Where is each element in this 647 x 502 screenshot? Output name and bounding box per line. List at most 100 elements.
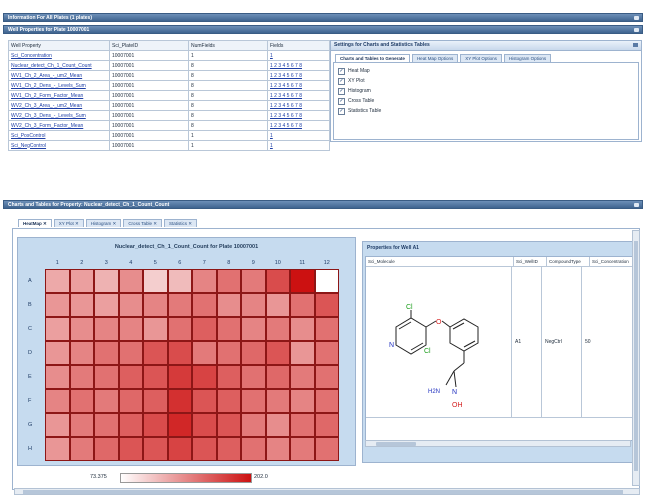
fields-links[interactable]: 1 2 3 4 5 6 7 8 [267,120,330,131]
all-plates-header[interactable]: Information For All Plates (1 plates) [3,13,643,22]
heatmap-cell[interactable] [265,389,290,413]
fields-links[interactable]: 1 2 3 4 5 6 7 8 [267,110,330,121]
heatmap-cell[interactable] [265,413,290,437]
heatmap-cell[interactable] [45,365,70,389]
heatmap-cell[interactable] [290,365,315,389]
close-icon[interactable]: ✕ [74,221,79,226]
heatmap-cell[interactable] [45,413,70,437]
heatmap-cell[interactable] [241,437,266,461]
heatmap-cell[interactable] [69,317,94,341]
heatmap-cell[interactable] [241,413,266,437]
heatmap-cell[interactable] [94,293,119,317]
heatmap-cell[interactable] [216,317,241,341]
heatmap-cell[interactable] [290,437,315,461]
close-icon[interactable]: ✕ [42,221,47,226]
heatmap-cell[interactable] [94,317,119,341]
close-icon[interactable]: ✕ [152,221,157,226]
well-property-link[interactable]: Sci_PosControl [8,130,110,141]
chart-option-checkbox-row[interactable]: ✓ XY Plot [338,77,634,85]
collapse-toggle-icon[interactable] [634,28,639,32]
collapse-toggle-icon[interactable] [634,16,639,20]
heatmap-cell[interactable] [167,365,192,389]
fields-links[interactable]: 1 2 3 4 5 6 7 8 [267,100,330,111]
checkbox[interactable]: ✓ [338,77,345,85]
well-property-link[interactable]: WV2_Ch_3_Form_Factor_Mean [8,120,110,131]
heatmap-cell[interactable] [314,293,339,317]
heatmap-cell[interactable] [118,413,143,437]
chart-option-checkbox-row[interactable]: ✓ Cross Table [338,97,634,105]
heatmap-cell[interactable] [216,341,241,365]
heatmap-cell[interactable] [290,413,315,437]
heatmap-cell[interactable] [118,317,143,341]
checkbox[interactable]: ✓ [338,107,345,115]
heatmap-cell[interactable] [265,293,290,317]
fields-links[interactable]: 1 [267,140,330,151]
heatmap-cell[interactable] [192,437,217,461]
heatmap-cell[interactable] [241,317,266,341]
heatmap-cell[interactable] [143,437,168,461]
scrollbar-thumb[interactable] [23,490,623,494]
fields-links[interactable]: 1 [267,130,330,141]
heatmap-cell[interactable] [143,317,168,341]
heatmap-cell[interactable] [290,269,315,293]
settings-tab[interactable]: Heat Map Options [411,54,459,62]
well-property-link[interactable]: Sci_Concentration [8,50,110,61]
checkbox[interactable]: ✓ [338,97,345,105]
properties-horizontal-scrollbar[interactable] [365,440,631,447]
heatmap-cell[interactable] [143,365,168,389]
heatmap-cell[interactable] [143,389,168,413]
heatmap-cell[interactable] [69,413,94,437]
heatmap-cell[interactable] [94,365,119,389]
heatmap-cell[interactable] [143,413,168,437]
fields-links[interactable]: 1 2 3 4 5 6 7 8 [267,90,330,101]
heatmap-cell[interactable] [94,413,119,437]
heatmap-cell[interactable] [167,413,192,437]
close-icon[interactable]: ✕ [111,221,117,226]
scrollbar-thumb[interactable] [634,241,638,471]
settings-tab[interactable]: XY Plot Options [460,54,502,62]
collapse-toggle-icon[interactable] [634,203,639,207]
content-vertical-scrollbar[interactable] [632,230,640,486]
heatmap-cell[interactable] [314,365,339,389]
heatmap-cell[interactable] [69,293,94,317]
chart-tab[interactable]: XY Plot ✕ [53,219,84,227]
content-horizontal-scrollbar[interactable] [14,488,640,495]
heatmap-cell[interactable] [45,269,70,293]
heatmap-cell[interactable] [314,413,339,437]
charts-tables-header[interactable]: Charts and Tables for Property: Nuclear_… [3,200,643,209]
heatmap-cell[interactable] [118,341,143,365]
settings-tab[interactable]: Charts and Tables to Generate [335,54,410,62]
heatmap-cell[interactable] [192,365,217,389]
heatmap-cell[interactable] [216,365,241,389]
heatmap-cell[interactable] [94,269,119,293]
settings-tab[interactable]: Histogram Options [503,54,552,62]
heatmap-cell[interactable] [241,293,266,317]
heatmap-cell[interactable] [143,341,168,365]
heatmap-cell[interactable] [45,389,70,413]
heatmap-cell[interactable] [45,437,70,461]
heatmap-cell[interactable] [45,317,70,341]
checkbox[interactable]: ✓ [338,67,345,75]
well-property-link[interactable]: Nuclear_detect_Ch_1_Count_Count [8,60,110,71]
heatmap-cell[interactable] [118,437,143,461]
heatmap-cell[interactable] [167,269,192,293]
heatmap-cell[interactable] [192,269,217,293]
heatmap-cell[interactable] [314,269,339,293]
heatmap-cell[interactable] [143,269,168,293]
heatmap-cell[interactable] [265,437,290,461]
scrollbar-thumb[interactable] [376,442,416,446]
heatmap-cell[interactable] [94,389,119,413]
heatmap-cell[interactable] [167,437,192,461]
heatmap-cell[interactable] [69,437,94,461]
heatmap-cell[interactable] [216,389,241,413]
heatmap-cell[interactable] [216,413,241,437]
well-properties-header[interactable]: Well Properties for Plate 10007001 [3,25,643,34]
heatmap-cell[interactable] [167,293,192,317]
heatmap-cell[interactable] [241,341,266,365]
chart-option-checkbox-row[interactable]: ✓ Heat Map [338,67,634,75]
well-property-link[interactable]: Sci_NegControl [8,140,110,151]
heatmap-cell[interactable] [118,365,143,389]
collapse-toggle-icon[interactable] [633,43,638,47]
heatmap-cell[interactable] [118,269,143,293]
chart-tab[interactable]: Cross Table ✕ [123,219,163,227]
